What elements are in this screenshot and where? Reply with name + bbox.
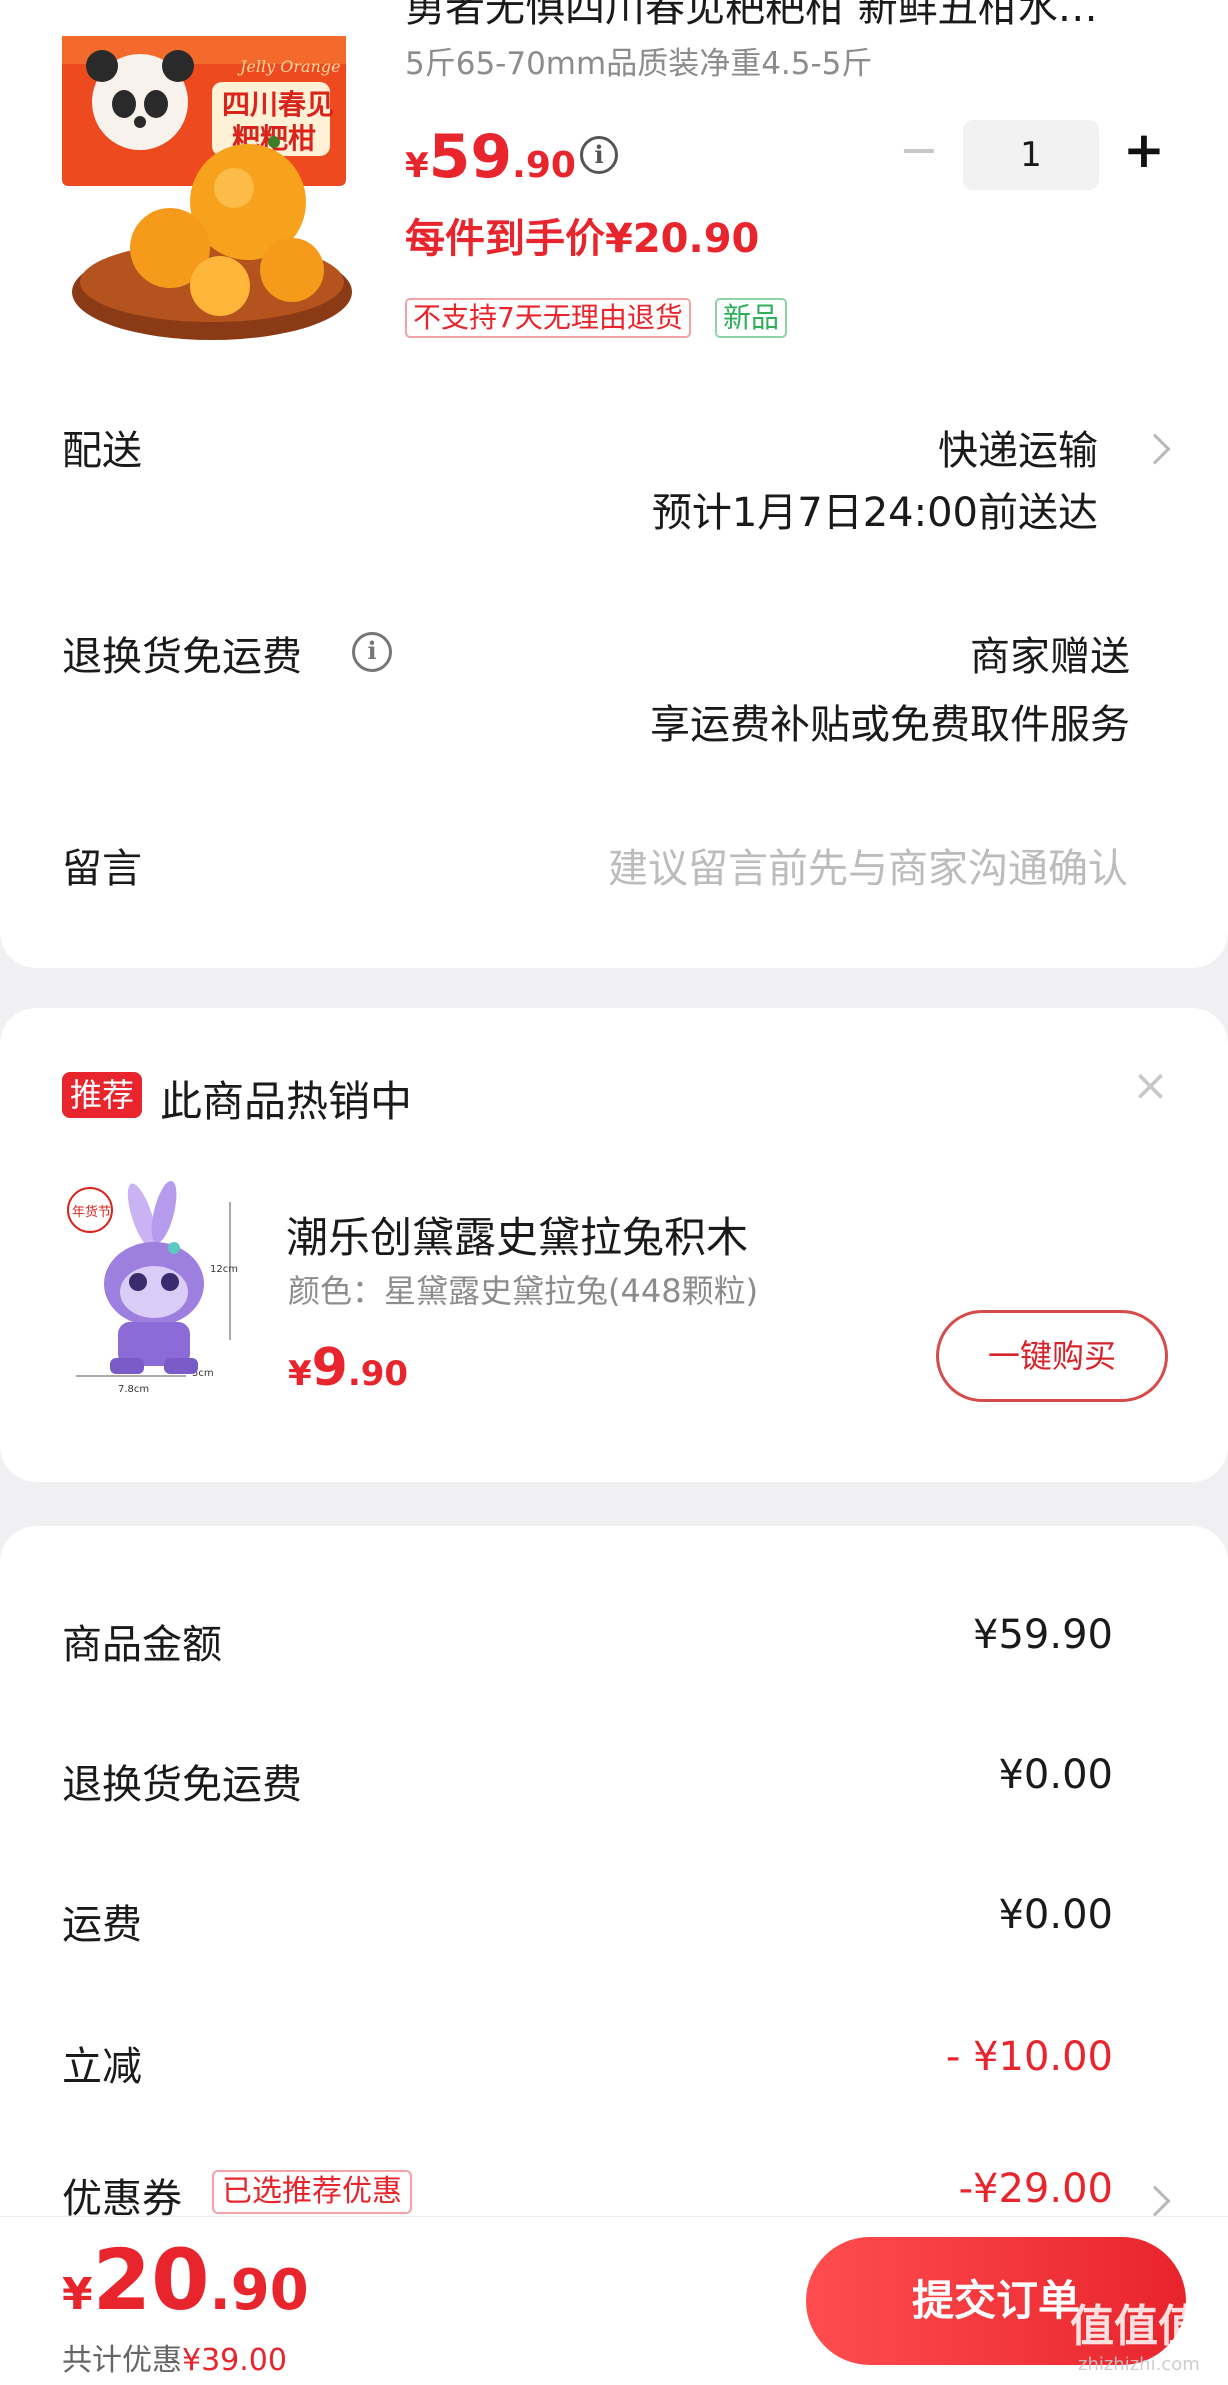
memo-label: 留言 bbox=[62, 846, 142, 892]
image-logo-text: 年货节 bbox=[72, 1204, 111, 1220]
image-dimension-height: 12cm bbox=[210, 1264, 238, 1275]
chevron-right-icon[interactable] bbox=[1139, 433, 1171, 465]
summary-label-return-shipping: 退换货免运费 bbox=[62, 1762, 302, 1808]
memo-input[interactable]: 建议留言前先与商家沟通确认 bbox=[608, 836, 1128, 894]
saving-value: ¥39.00 bbox=[182, 2343, 287, 2378]
total-price: ¥20.90 bbox=[62, 2231, 309, 2329]
price-decimal: .90 bbox=[512, 145, 576, 186]
close-icon[interactable]: × bbox=[1132, 1060, 1169, 1111]
total-saving: 共计优惠¥39.00 bbox=[62, 2335, 287, 2379]
info-icon[interactable]: i bbox=[580, 136, 618, 174]
info-icon[interactable]: i bbox=[352, 632, 392, 672]
summary-value-goods: ¥59.90 bbox=[973, 1612, 1113, 1658]
return-shipping-detail: 享运费补贴或免费取件服务 bbox=[650, 702, 1130, 748]
final-price: 每件到手价¥20.90 bbox=[405, 216, 760, 262]
quantity-input[interactable]: 1 bbox=[963, 120, 1099, 190]
price-decimal: .90 bbox=[347, 1354, 409, 1394]
price-symbol: ¥ bbox=[288, 1354, 312, 1394]
image-script-text: Jelly Orange bbox=[237, 57, 341, 76]
price-integer: 9 bbox=[311, 1338, 348, 1398]
product-spec[interactable]: 5斤65-70mm品质装净重4.5-5斤 bbox=[405, 38, 872, 83]
image-brand-text: 四川春见 bbox=[222, 88, 334, 121]
delivery-label: 配送 bbox=[62, 428, 142, 474]
price-symbol: ¥ bbox=[62, 2269, 93, 2320]
checkout-bar: ¥20.90 共计优惠¥39.00 提交订单 bbox=[0, 2216, 1228, 2385]
price-symbol: ¥ bbox=[405, 146, 429, 186]
image-dimension-width: 7.8cm bbox=[118, 1384, 149, 1395]
delivery-method[interactable]: 快递运输 bbox=[938, 418, 1098, 476]
recommend-item-image[interactable]: 年货节 12cm 7.8cm 5cm bbox=[62, 1180, 242, 1402]
summary-value-shipping: ¥0.00 bbox=[998, 1892, 1113, 1938]
price-decimal: .90 bbox=[209, 2258, 309, 2323]
summary-value-return-shipping: ¥0.00 bbox=[998, 1752, 1113, 1798]
price-integer: 59 bbox=[428, 122, 513, 192]
summary-value-coupon[interactable]: -¥29.00 bbox=[959, 2166, 1113, 2212]
delivery-eta: 预计1月7日24:00前送达 bbox=[651, 490, 1098, 536]
recommend-card: 推荐 此商品热销中 × 年货节 12cm 7.8cm 5cm 潮乐创黛露史黛拉兔… bbox=[0, 1008, 1228, 1482]
product-price: ¥59.90 bbox=[405, 122, 576, 192]
summary-label-goods: 商品金额 bbox=[62, 1622, 222, 1668]
coupon-selected-tag: 已选推荐优惠 bbox=[212, 2170, 412, 2214]
chevron-right-icon[interactable] bbox=[1139, 2185, 1171, 2217]
summary-label-discount: 立减 bbox=[62, 2044, 142, 2090]
no-return-tag: 不支持7天无理由退货 bbox=[405, 298, 691, 338]
watermark-logo: 值值值 bbox=[1070, 2301, 1202, 2352]
summary-value-discount: - ¥10.00 bbox=[945, 2034, 1113, 2080]
recommend-item-price: ¥9.90 bbox=[288, 1338, 408, 1398]
saving-label: 共计优惠 bbox=[62, 2343, 182, 2378]
product-title[interactable]: 勇者无惧四川春见粑粑柑 新鲜丑柑水… bbox=[405, 0, 1175, 36]
summary-label-shipping: 运费 bbox=[62, 1902, 142, 1948]
recommend-title: 此商品热销中 bbox=[160, 1077, 413, 1126]
quantity-plus-button[interactable]: + bbox=[1122, 125, 1166, 175]
recommend-item-name[interactable]: 潮乐创黛露史黛拉兔积木 bbox=[286, 1204, 748, 1265]
one-click-buy-button[interactable]: 一键购买 bbox=[936, 1310, 1168, 1402]
product-card: Jelly Orange 四川春见 粑粑柑 勇者无惧四川春见粑粑柑 新鲜丑柑水…… bbox=[0, 0, 1228, 968]
recommend-item-spec: 颜色：星黛露史黛拉兔(448颗粒) bbox=[288, 1272, 759, 1310]
price-integer: 20 bbox=[92, 2231, 210, 2329]
quantity-minus-button[interactable]: − bbox=[898, 126, 940, 174]
return-shipping-label: 退换货免运费 bbox=[62, 634, 302, 680]
watermark-url: zhizhizhi.com bbox=[1078, 2354, 1200, 2375]
product-image[interactable]: Jelly Orange 四川春见 粑粑柑 bbox=[62, 24, 354, 342]
recommend-badge: 推荐 bbox=[62, 1072, 143, 1118]
return-shipping-gift: 商家赠送 bbox=[970, 634, 1130, 680]
new-product-tag: 新品 bbox=[715, 298, 788, 338]
